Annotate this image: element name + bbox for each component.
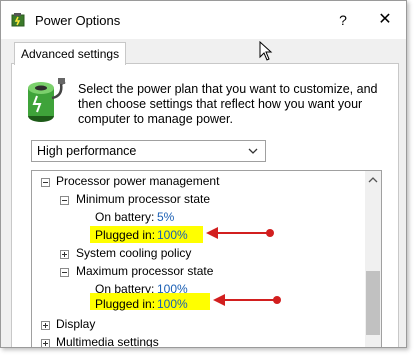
power-options-icon	[11, 13, 25, 27]
tree-scrollbar[interactable]	[365, 171, 381, 347]
battery-plug-icon	[28, 78, 66, 122]
power-plan-dropdown[interactable]: High performance	[31, 140, 266, 162]
help-button[interactable]: ?	[331, 8, 355, 32]
chevron-down-icon	[248, 148, 258, 154]
arrow-dot	[266, 229, 274, 237]
expand-cooling-toggle[interactable]	[60, 250, 69, 259]
annotation-arrow-min	[206, 227, 274, 239]
title-bar: Power Options ? ✕	[1, 1, 406, 39]
power-options-window: Power Options ? ✕ Advanced settings Sele…	[0, 0, 407, 348]
arrow-dot	[273, 296, 281, 304]
tab-advanced-settings[interactable]: Advanced settings	[14, 42, 127, 65]
min-plugged-in-label: Plugged in:	[95, 228, 156, 242]
description-text: Select the power plan that you want to c…	[78, 82, 378, 126]
collapse-max-state-toggle[interactable]	[60, 268, 69, 277]
mouse-cursor-icon	[259, 41, 273, 61]
tree-item-multimedia-settings[interactable]: Multimedia settings	[56, 335, 159, 347]
collapse-min-state-toggle[interactable]	[60, 196, 69, 205]
min-plugged-in-value[interactable]: 100%	[157, 228, 188, 242]
window-title: Power Options	[35, 13, 121, 28]
max-plugged-in-label: Plugged in:	[95, 297, 156, 311]
expand-display-toggle[interactable]	[41, 321, 50, 330]
min-on-battery-value[interactable]: 5%	[157, 210, 174, 224]
tree-item-maximum-processor-state[interactable]: Maximum processor state	[76, 264, 213, 278]
plan-select-value: High performance	[37, 144, 137, 158]
scroll-up-arrow-icon[interactable]	[368, 176, 378, 184]
min-on-battery-label: On battery:	[95, 210, 155, 224]
tree-item-minimum-processor-state[interactable]: Minimum processor state	[76, 192, 210, 206]
expand-multimedia-toggle[interactable]	[41, 339, 50, 347]
max-plugged-in-value[interactable]: 100%	[157, 297, 188, 311]
annotation-arrow-max	[213, 294, 281, 306]
tree-item-processor-power-management[interactable]: Processor power management	[56, 174, 219, 188]
settings-tree[interactable]: Processor power management Minimum proce…	[31, 170, 382, 347]
tree-item-display[interactable]: Display	[56, 317, 95, 331]
tree-item-system-cooling-policy[interactable]: System cooling policy	[76, 246, 191, 260]
collapse-processor-toggle[interactable]	[41, 178, 50, 187]
close-button[interactable]: ✕	[373, 8, 397, 32]
arrow-line	[214, 232, 270, 234]
arrow-line	[221, 299, 277, 301]
scrollbar-thumb[interactable]	[366, 271, 380, 335]
